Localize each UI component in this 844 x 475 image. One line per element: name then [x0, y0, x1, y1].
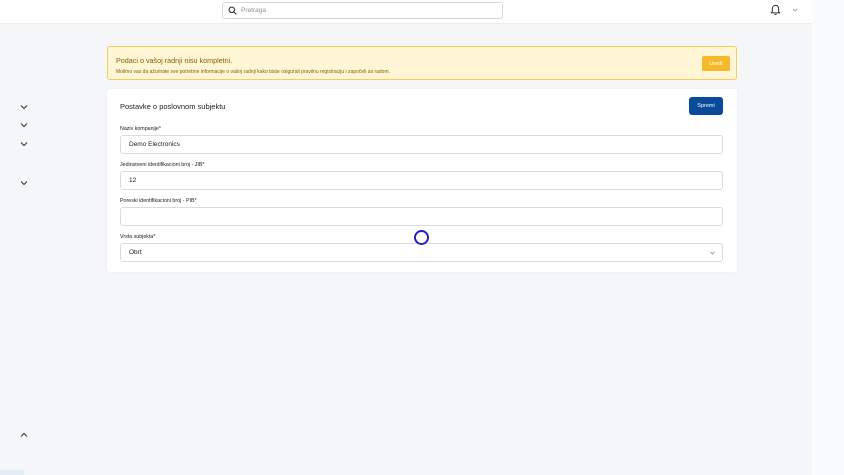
- entity-type-select[interactable]: Obrt: [120, 243, 723, 262]
- alert-title: Podaci o vašoj radnji nisu kompletni.: [116, 56, 233, 65]
- corner-marker: [0, 470, 24, 475]
- search-icon: [228, 6, 237, 15]
- cursor-indicator: [414, 230, 429, 245]
- pib-input[interactable]: [120, 207, 723, 226]
- pib-label: Poreski identifikacioni broj - PIB*: [120, 198, 197, 204]
- chevron-down-icon[interactable]: [792, 7, 798, 13]
- jib-input[interactable]: 12: [120, 171, 723, 190]
- chevron-down-icon: [710, 251, 715, 255]
- top-bar: [0, 0, 812, 24]
- save-button[interactable]: Spremi: [689, 97, 723, 115]
- entity-type-value: Obrt: [129, 249, 142, 256]
- incomplete-data-alert: Podaci o vašoj radnji nisu kompletni. Mo…: [107, 46, 737, 80]
- entity-type-label: Vrsta subjekta*: [120, 234, 156, 240]
- chevron-down-icon[interactable]: [20, 122, 28, 128]
- alert-message: Molimo vas da ažurirate sve potrebne inf…: [116, 69, 391, 75]
- chevron-down-icon[interactable]: [20, 104, 28, 110]
- chevron-down-icon[interactable]: [20, 141, 28, 147]
- company-name-input[interactable]: Demo Electronics: [120, 135, 723, 154]
- search-input[interactable]: [241, 7, 491, 14]
- chevron-up-icon[interactable]: [20, 432, 28, 438]
- right-panel: [812, 0, 844, 475]
- chevron-down-icon[interactable]: [20, 180, 28, 186]
- search-box[interactable]: [222, 2, 503, 19]
- card-title: Postavke o poslovnom subjektu: [120, 102, 226, 111]
- bell-icon[interactable]: [770, 4, 781, 16]
- jib-label: Jedinstveni identifikacioni broj - JIB*: [120, 162, 205, 168]
- edit-button[interactable]: Uredi: [702, 56, 730, 71]
- company-name-label: Naziv kompanije*: [120, 126, 161, 132]
